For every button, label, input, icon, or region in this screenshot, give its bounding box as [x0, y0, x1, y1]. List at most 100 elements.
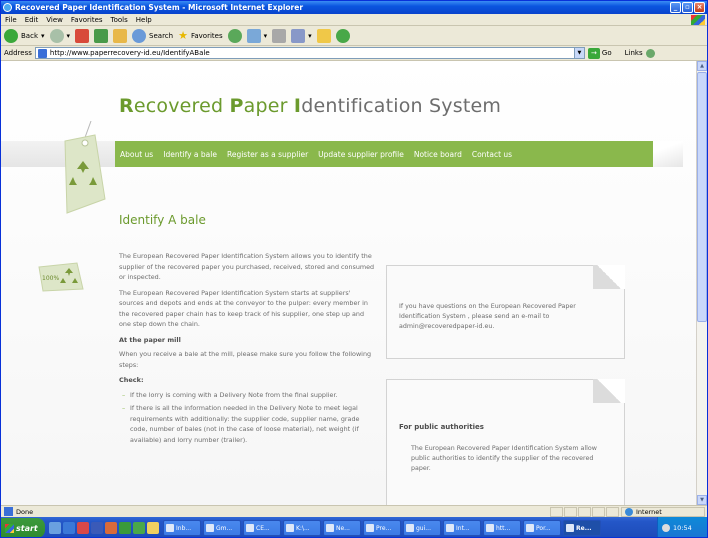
excel-icon[interactable] [119, 522, 131, 534]
task-icon [446, 524, 454, 532]
clock: 10:54 [673, 524, 692, 532]
home-button[interactable] [113, 28, 128, 43]
public-authorities-card: For public authorities The European Reco… [386, 379, 625, 505]
window-title: Recovered Paper Identification System - … [15, 3, 304, 12]
nav-update-profile[interactable]: Update supplier profile [318, 150, 404, 159]
folder-icon [316, 28, 331, 43]
start-button[interactable]: start [1, 518, 45, 537]
taskbar: start Inb... Gm... CE... K:\... Ne... Pr… [1, 517, 707, 537]
stop-button[interactable] [75, 28, 90, 43]
favorites-button[interactable]: ★ Favorites [178, 29, 223, 42]
task-icon [486, 524, 494, 532]
go-label: Go [601, 49, 612, 57]
edit-button[interactable]: ▾ [291, 28, 312, 43]
menu-file[interactable]: File [5, 14, 17, 25]
desktop-icon[interactable] [49, 522, 61, 534]
print-button[interactable] [272, 28, 287, 43]
app-icon[interactable] [133, 522, 145, 534]
stop-icon [75, 28, 90, 43]
favorites-label: Favorites [190, 31, 223, 40]
app-icon[interactable] [77, 522, 89, 534]
contact-card-text: If you have questions on the European Re… [399, 303, 576, 330]
card-heading: For public authorities [399, 423, 484, 431]
scroll-up-button[interactable]: ▲ [697, 61, 707, 71]
status-cell [578, 507, 591, 517]
address-label: Address [4, 49, 32, 57]
task-button-active[interactable]: Re... [563, 520, 601, 536]
vertical-scrollbar[interactable]: ▲ ▼ [696, 61, 707, 505]
menu-tools[interactable]: Tools [111, 14, 128, 25]
task-button[interactable]: Gm... [203, 520, 241, 536]
scroll-thumb[interactable] [697, 72, 707, 322]
maximize-button[interactable]: ▫ [682, 2, 693, 13]
menu-favorites[interactable]: Favorites [71, 14, 103, 25]
quick-launch [49, 522, 159, 534]
nav-identify-a-bale[interactable]: Identify a bale [163, 150, 217, 159]
status-cell [550, 507, 563, 517]
forward-button[interactable]: ▾ [49, 28, 70, 43]
nav-notice-board[interactable]: Notice board [414, 150, 462, 159]
check-list: If the lorry is coming with a Delivery N… [119, 390, 376, 446]
tray-icon[interactable] [662, 524, 670, 532]
steps-paragraph: When you receive a bale at the mill, ple… [119, 350, 372, 369]
word-icon[interactable] [91, 522, 103, 534]
page-fold [593, 379, 625, 403]
task-icon [166, 524, 174, 532]
task-button[interactable]: K:\... [283, 520, 321, 536]
mail-icon [246, 28, 261, 43]
ie-icon[interactable] [63, 522, 75, 534]
minimize-button[interactable]: _ [670, 2, 681, 13]
title-initial-p: P [229, 95, 244, 117]
task-button[interactable]: htt... [483, 520, 521, 536]
menu-help[interactable]: Help [136, 14, 152, 25]
nav-about-us[interactable]: About us [120, 150, 153, 159]
task-button[interactable]: CE... [243, 520, 281, 536]
close-button[interactable]: × [694, 2, 705, 13]
scroll-down-button[interactable]: ▼ [697, 495, 707, 505]
folder-button[interactable] [316, 28, 331, 43]
site-title[interactable]: Recovered Paper Identification System [119, 95, 501, 117]
search-button[interactable]: Search [132, 28, 174, 43]
address-bar: Address http://www.paperrecovery-id.eu/I… [1, 46, 707, 61]
dropdown-arrow-icon: ▾ [41, 31, 45, 40]
mail-button[interactable]: ▾ [246, 28, 267, 43]
menu-view[interactable]: View [46, 14, 63, 25]
hundred-percent-tag-icon: 100% [38, 262, 84, 292]
nav-contact-us[interactable]: Contact us [472, 150, 512, 159]
menu-edit[interactable]: Edit [25, 14, 39, 25]
messenger-button[interactable] [335, 28, 350, 43]
links-button[interactable]: Links [625, 49, 643, 57]
back-label: Back [21, 31, 38, 40]
task-button[interactable]: gui... [403, 520, 441, 536]
go-button[interactable]: → Go [587, 47, 612, 59]
windows-flag-icon [5, 523, 14, 533]
go-arrow-icon: → [587, 47, 600, 59]
task-button[interactable]: Pre... [363, 520, 401, 536]
recycle-tag-icon [64, 121, 106, 214]
powerpoint-icon[interactable] [105, 522, 117, 534]
card-text: The European Recovered Paper Identificat… [411, 445, 597, 472]
address-dropdown-icon[interactable]: ▼ [573, 48, 584, 58]
home-icon [113, 28, 128, 43]
nav-register-supplier[interactable]: Register as a supplier [227, 150, 308, 159]
task-button[interactable]: Ne... [323, 520, 361, 536]
history-button[interactable] [227, 28, 242, 43]
globe-icon [625, 508, 633, 516]
task-button[interactable]: Por... [523, 520, 561, 536]
task-button[interactable]: Int... [443, 520, 481, 536]
system-tray: 10:54 [657, 517, 707, 537]
back-arrow-icon [4, 28, 18, 43]
intro-paragraph: The European Recovered Paper Identificat… [119, 252, 375, 281]
status-text: Done [16, 507, 34, 516]
toolbar: Back ▾ ▾ Search ★ Favorites ▾ ▾ [1, 26, 707, 46]
back-button[interactable]: Back ▾ [4, 28, 45, 43]
task-label: Re... [576, 524, 592, 532]
search-label: Search [149, 31, 174, 40]
star-icon: ★ [178, 29, 188, 42]
task-icon [366, 524, 374, 532]
page-title: Identify A bale [119, 213, 206, 227]
folder-icon[interactable] [147, 522, 159, 534]
refresh-button[interactable] [94, 28, 109, 43]
task-button[interactable]: Inb... [163, 520, 201, 536]
address-input[interactable]: http://www.paperrecovery-id.eu/IdentifyA… [34, 47, 585, 59]
